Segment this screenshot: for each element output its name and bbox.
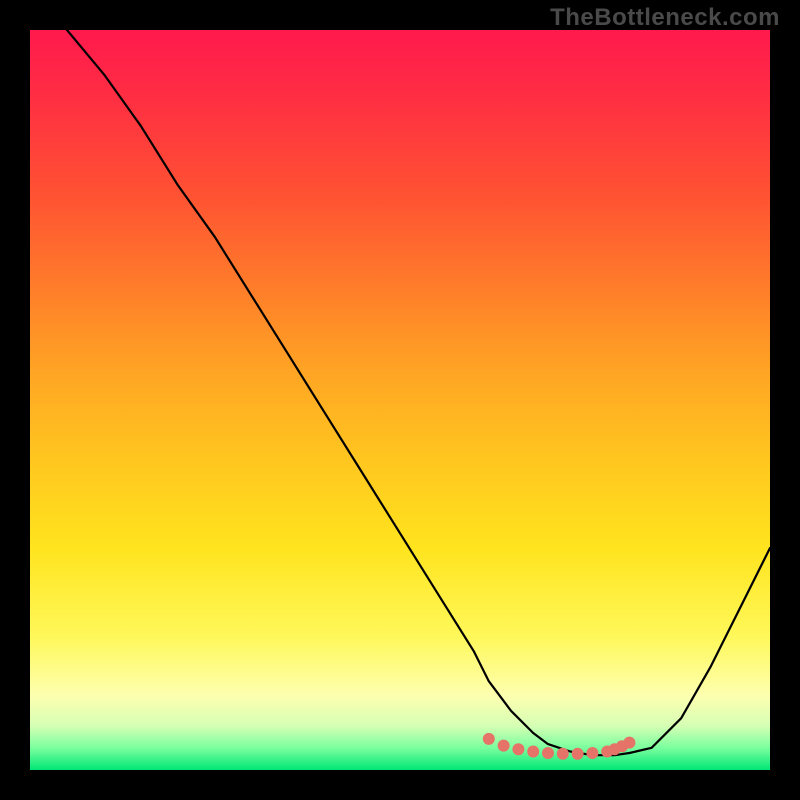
marker-dot [498,740,510,752]
marker-dot [623,737,635,749]
marker-dot [527,746,539,758]
chart-svg [30,30,770,770]
marker-dot [512,743,524,755]
marker-dot [572,748,584,760]
chart-frame: TheBottleneck.com [0,0,800,800]
marker-dot [557,748,569,760]
marker-dot [483,733,495,745]
marker-dot [586,747,598,759]
plot-area [30,30,770,770]
marker-dot [542,747,554,759]
bottleneck-curve [67,30,770,755]
watermark-text: TheBottleneck.com [550,4,780,32]
